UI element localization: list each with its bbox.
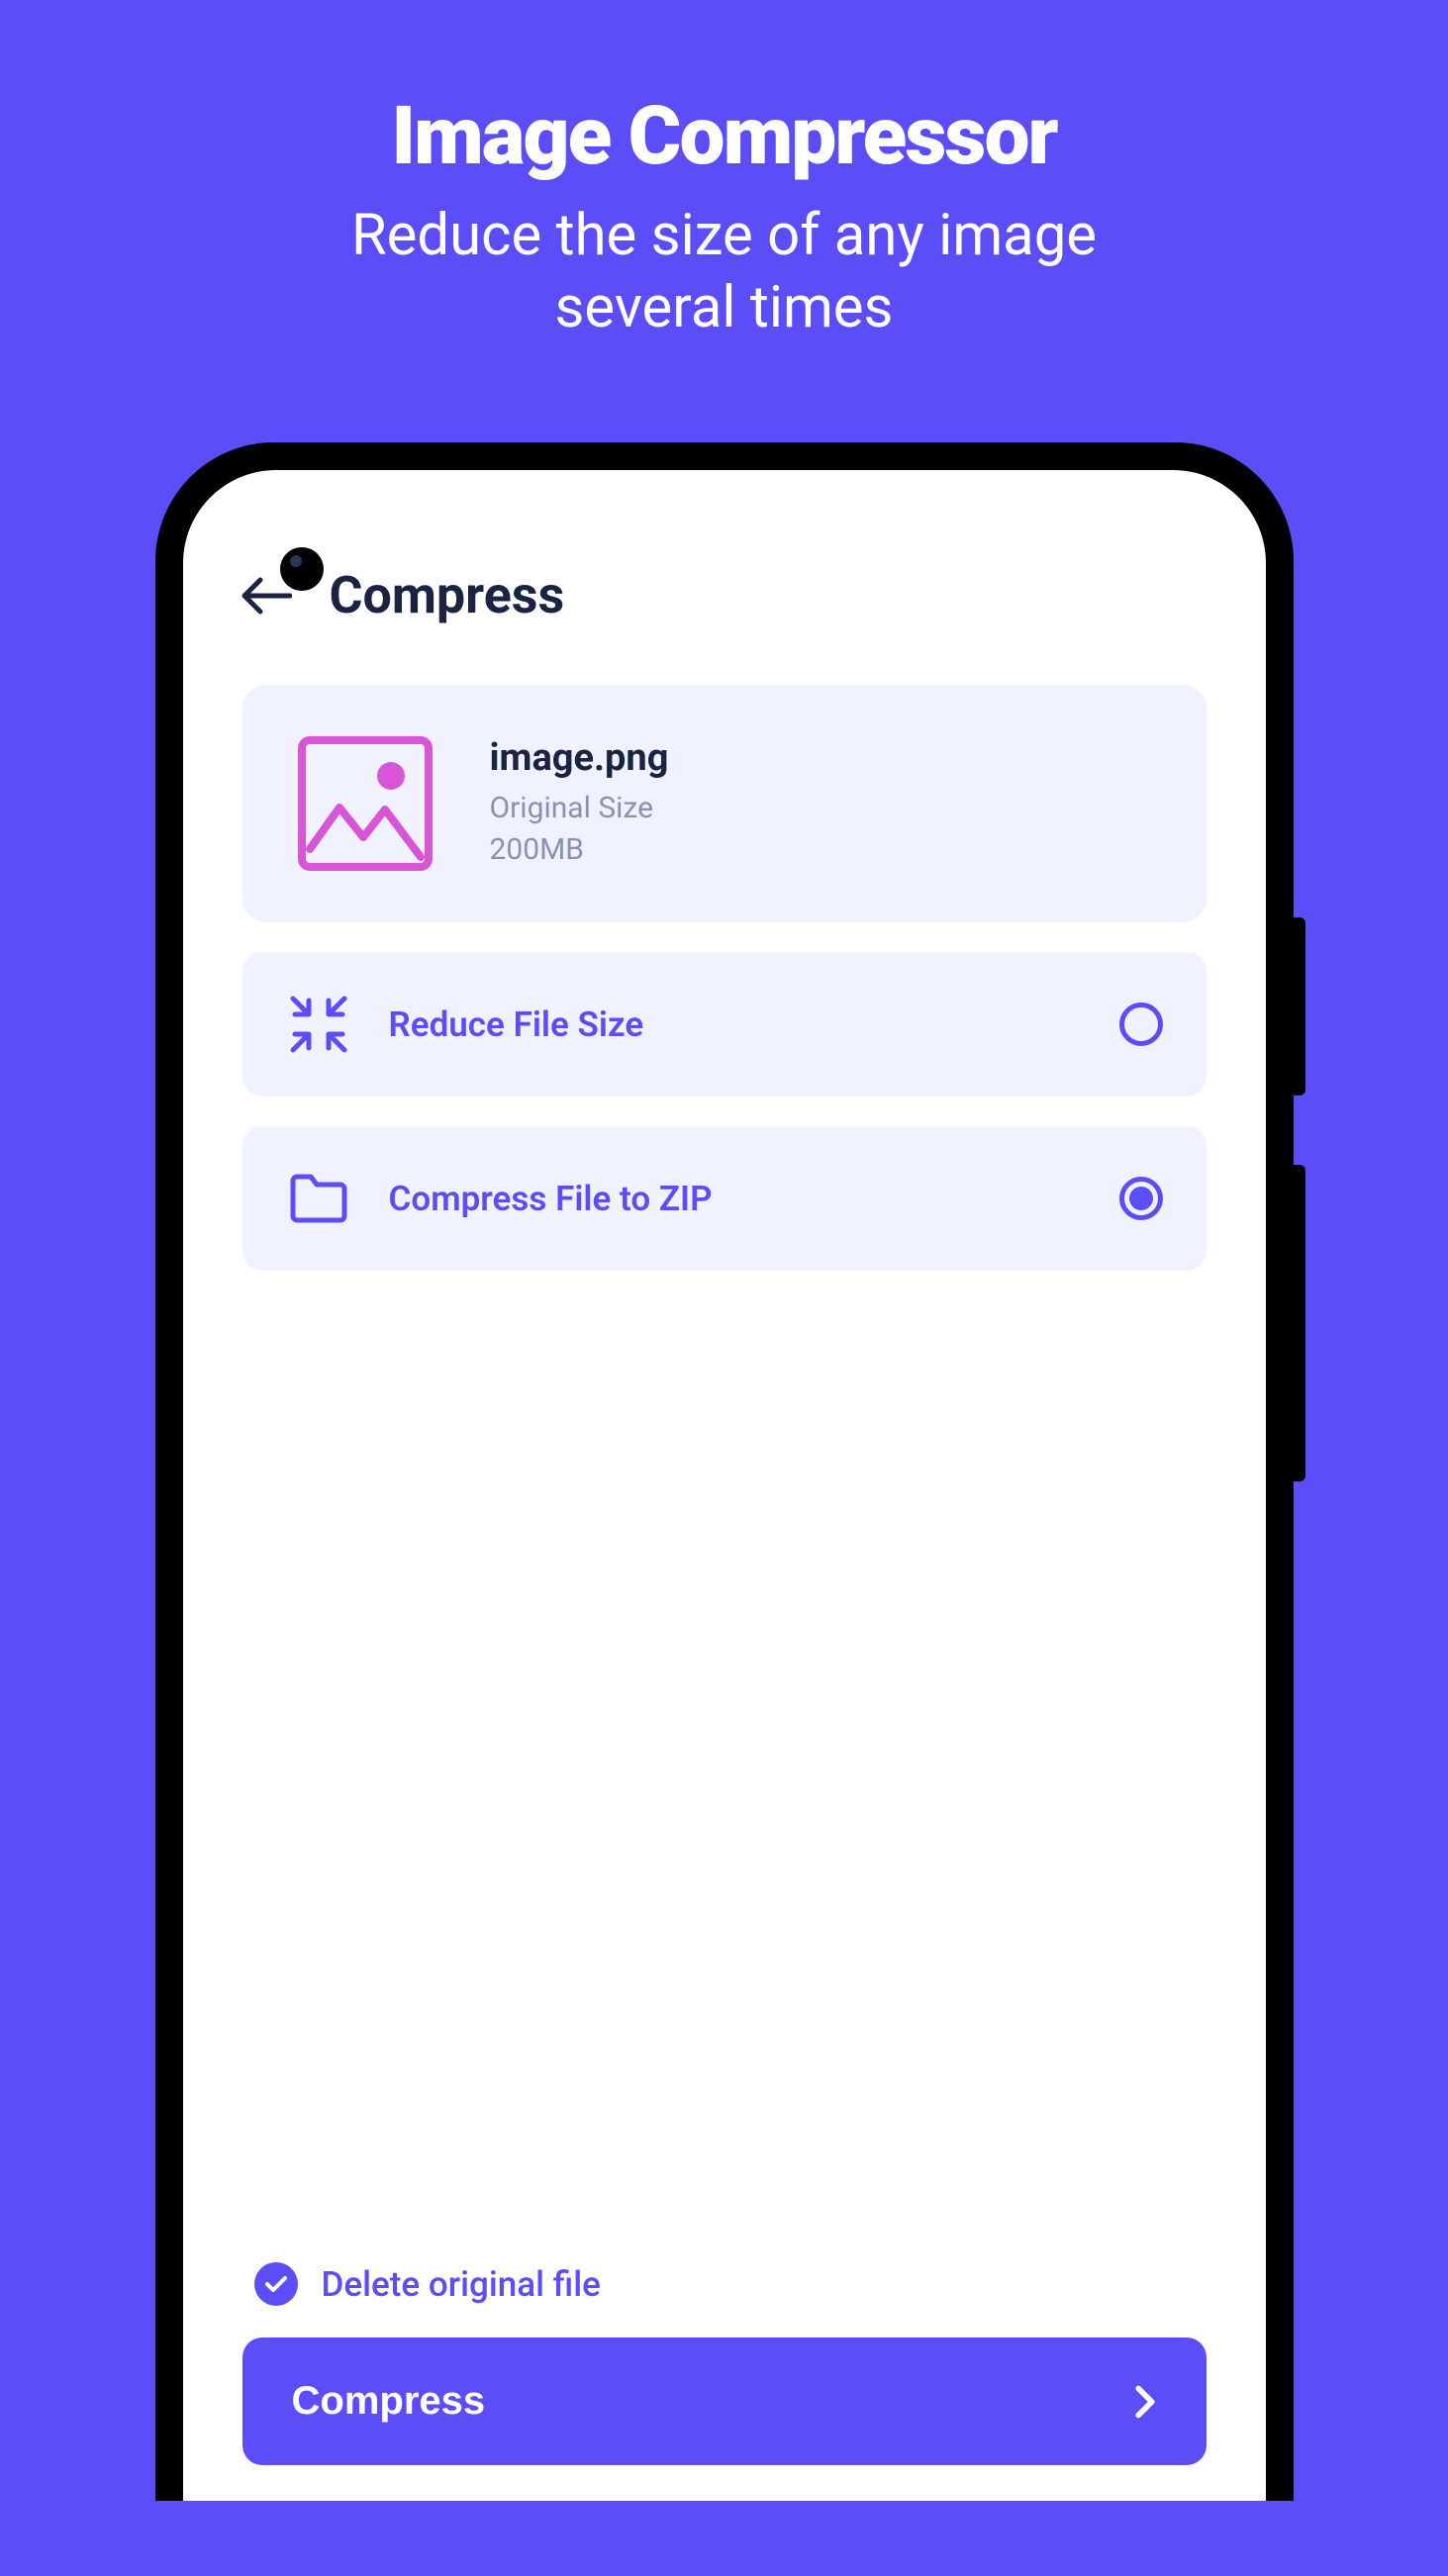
compress-arrows-icon [286, 992, 351, 1057]
phone-side-button-power [1294, 917, 1305, 1096]
radio-zip[interactable] [1119, 1177, 1163, 1220]
image-file-icon [292, 730, 438, 877]
radio-reduce[interactable] [1119, 1002, 1163, 1046]
folder-icon [286, 1166, 351, 1231]
phone-side-button-volume [1294, 1165, 1305, 1481]
file-meta-label: Original Size [490, 788, 1157, 829]
chevron-right-icon [1133, 2384, 1157, 2420]
promo-subtitle: Reduce the size of any image several tim… [0, 200, 1448, 343]
compress-button[interactable]: Compress [242, 2337, 1207, 2465]
delete-original-toggle[interactable]: Delete original file [242, 2262, 1207, 2306]
option-compress-to-zip[interactable]: Compress File to ZIP [242, 1126, 1207, 1271]
bottom-actions: Delete original file Compress [242, 2262, 1207, 2465]
promo-subtitle-line1: Reduce the size of any image [351, 202, 1097, 269]
promo-title: Image Compressor [0, 89, 1448, 184]
content-area: image.png Original Size 200MB [183, 685, 1266, 1271]
phone-mockup: Compress image.png [155, 442, 1294, 2501]
file-meta: Original Size 200MB [490, 788, 1157, 871]
option-reduce-file-size[interactable]: Reduce File Size [242, 952, 1207, 1097]
radio-zip-selected-dot [1129, 1187, 1153, 1210]
file-info-text: image.png Original Size 200MB [490, 736, 1157, 871]
app-header: Compress [183, 470, 1266, 665]
phone-camera-hole [280, 547, 324, 591]
phone-frame: Compress image.png [155, 442, 1294, 2501]
compress-button-label: Compress [292, 2379, 486, 2424]
option-reduce-label: Reduce File Size [389, 1004, 1119, 1045]
option-zip-label: Compress File to ZIP [389, 1179, 1119, 1219]
screen-title: Compress [330, 565, 565, 625]
checkbox-checked-icon [254, 2262, 298, 2306]
promo-header: Image Compressor Reduce the size of any … [0, 0, 1448, 343]
file-size: 200MB [490, 829, 1157, 871]
phone-screen: Compress image.png [183, 470, 1266, 2501]
file-name: image.png [490, 736, 1157, 780]
delete-original-label: Delete original file [322, 2264, 601, 2305]
promo-subtitle-line2: several times [555, 274, 894, 341]
file-info-card: image.png Original Size 200MB [242, 685, 1207, 922]
